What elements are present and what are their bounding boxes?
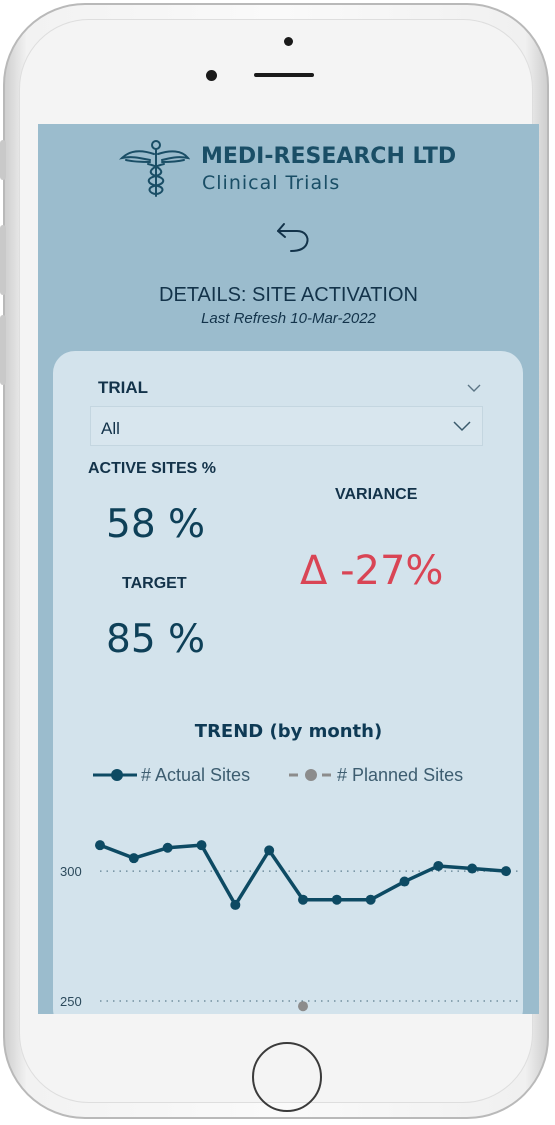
page-title: DETAILS: SITE ACTIVATION: [159, 284, 418, 306]
target-value: 85 %: [106, 617, 206, 662]
y-tick-label: 300: [60, 864, 82, 879]
actual-data-point: [230, 899, 241, 910]
home-button[interactable]: [252, 1042, 322, 1112]
chart-legend: # Actual Sites # Planned Sites: [93, 764, 533, 786]
company-name: MEDI-RESEARCH LTD: [201, 144, 457, 169]
variance-label: VARIANCE: [335, 486, 418, 503]
actual-data-point: [365, 894, 376, 905]
legend-actual-marker: [93, 769, 137, 781]
legend-planned-marker: [289, 769, 331, 781]
trial-dropdown-value: All: [101, 419, 120, 438]
actual-data-point: [264, 845, 275, 856]
legend-label-planned: # Planned Sites: [337, 765, 464, 785]
collapse-chevron-icon[interactable]: [466, 379, 482, 395]
actual-data-point: [331, 894, 342, 905]
target-label: TARGET: [122, 575, 187, 592]
caduceus-icon: [118, 140, 190, 197]
active-sites-value: 58 %: [106, 502, 206, 547]
variance-value: Δ -27%: [300, 548, 444, 594]
chevron-down-icon: [453, 421, 471, 432]
planned-data-point: [298, 1001, 308, 1012]
volume-down-button: [0, 315, 6, 385]
y-tick-label: 250: [60, 994, 82, 1009]
last-refresh-label: Last Refresh 10-Mar-2022: [201, 310, 376, 327]
app-screen: MEDI-RESEARCH LTD Clinical Trials DETAIL…: [38, 124, 539, 1014]
front-camera: [284, 37, 293, 46]
actual-data-point: [467, 863, 478, 874]
active-sites-label: ACTIVE SITES %: [88, 460, 217, 477]
trial-filter-label: TRIAL: [98, 378, 149, 397]
actual-data-point: [399, 876, 410, 887]
volume-up-button: [0, 225, 6, 295]
chart-title: TREND (by month): [194, 721, 383, 742]
brand-header: MEDI-RESEARCH LTD Clinical Trials: [118, 138, 458, 198]
earpiece-speaker: [254, 73, 314, 77]
back-arrow-icon[interactable]: [275, 220, 311, 254]
actual-data-point: [433, 860, 444, 871]
actual-data-point: [501, 866, 511, 877]
silent-switch: [0, 140, 6, 180]
actual-data-point: [298, 894, 308, 905]
actual-data-point: [128, 853, 139, 864]
actual-data-point: [196, 840, 207, 851]
legend-label-actual: # Actual Sites: [141, 765, 251, 785]
trend-line-chart: 300 250: [60, 840, 518, 1012]
company-subtitle: Clinical Trials: [202, 172, 341, 194]
trial-dropdown[interactable]: All: [90, 406, 483, 446]
proximity-sensor: [206, 70, 217, 81]
actual-data-point: [162, 842, 173, 853]
actual-data-point: [95, 840, 105, 851]
